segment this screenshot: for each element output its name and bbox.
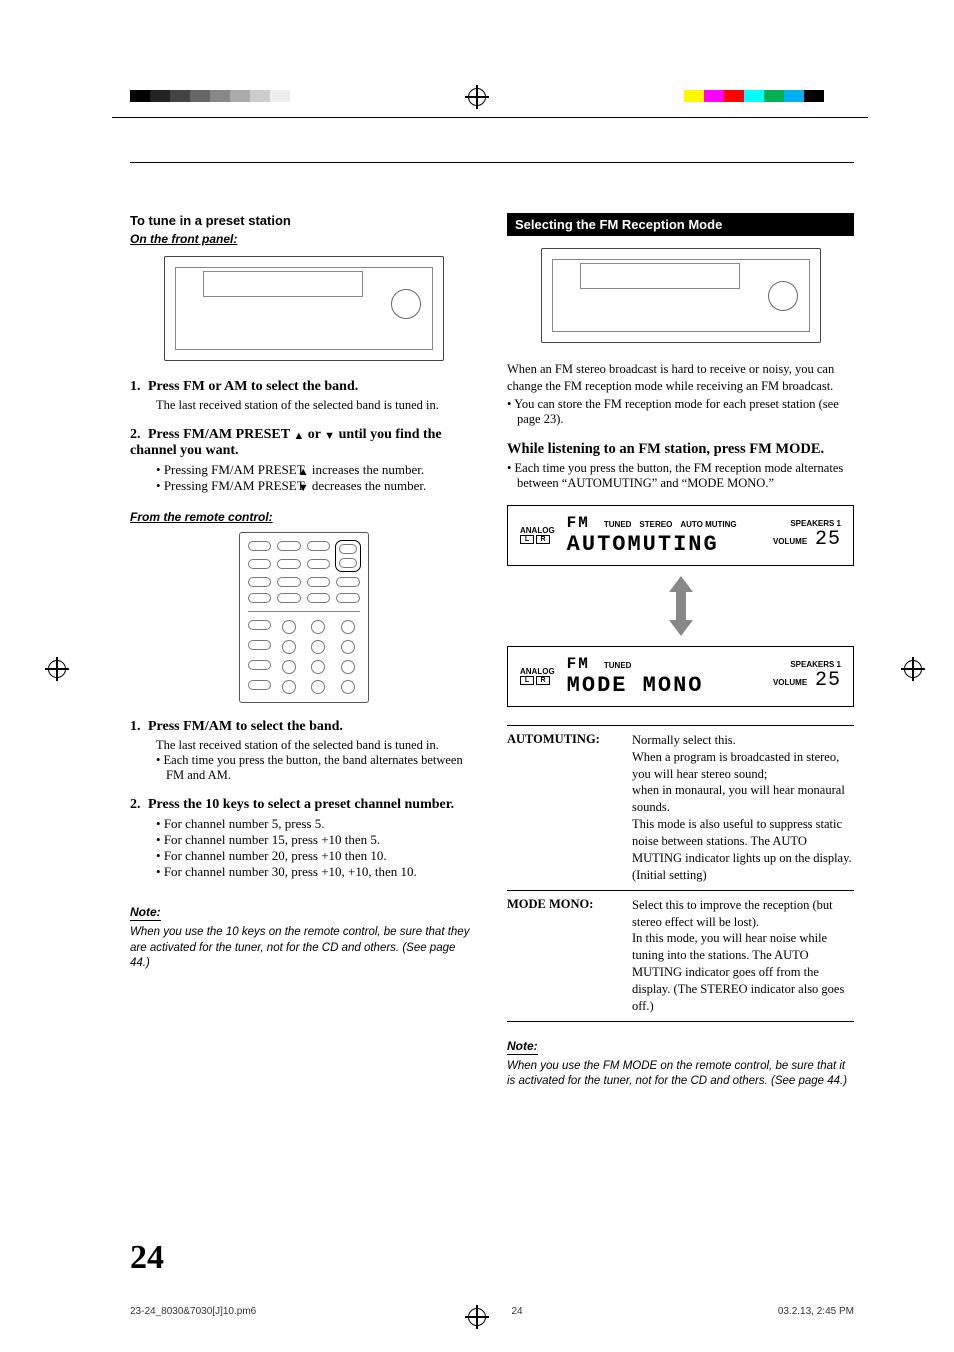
receiver-front-illustration-2 <box>541 248 821 343</box>
step-1-desc: The last received station of the selecte… <box>130 398 477 413</box>
ch-example-1: • For channel number 5, press 5. <box>130 816 477 832</box>
modemono-desc: Select this to improve the reception (bu… <box>632 897 854 1015</box>
lcd-mode-mono: ANALOG LR FM TUNED MODE MONO SPEAKERS 1 … <box>507 646 854 707</box>
remote-control-illustration <box>239 532 369 703</box>
ch-example-2: • For channel number 15, press +10 then … <box>130 832 477 848</box>
toggle-arrow-icon <box>668 576 694 636</box>
down-triangle-icon: ▼ <box>324 430 335 442</box>
right-note-body: When you use the FM MODE on the remote c… <box>507 1059 854 1090</box>
step-2-bullet-2: • Pressing FM/AM PRESET ▼ decreases the … <box>130 478 477 494</box>
page-number: 24 <box>130 1239 164 1277</box>
fm-action-heading: While listening to an FM station, press … <box>507 441 854 458</box>
tune-preset-heading: To tune in a preset station <box>130 213 477 228</box>
step-2-bullet-1: • Pressing FM/AM PRESET ▲ increases the … <box>130 462 477 478</box>
left-column: To tune in a preset station On the front… <box>130 213 477 1090</box>
footer-page: 24 <box>511 1306 522 1317</box>
modemono-key: MODE MONO: <box>507 897 622 1015</box>
footer-file: 23-24_8030&7030[J]10.pm6 <box>130 1306 256 1317</box>
up-triangle-icon: ▲ <box>293 430 304 442</box>
lcd-automuting: ANALOG LR FM TUNED STEREO AUTO MUTING AU… <box>507 505 854 566</box>
remote-step-1-desc: The last received station of the selecte… <box>130 738 477 753</box>
remote-control-label: From the remote control: <box>130 510 477 524</box>
remote-step-2-title: 2.Press the 10 keys to select a preset c… <box>130 797 477 813</box>
fm-mode-heading: Selecting the FM Reception Mode <box>507 213 854 236</box>
left-note-heading: Note: <box>130 905 161 921</box>
step-1-title: 1.Press FM or AM to select the band. <box>130 379 477 395</box>
right-column: Selecting the FM Reception Mode When an … <box>507 213 854 1090</box>
front-panel-label: On the front panel: <box>130 232 477 246</box>
ch-example-3: • For channel number 20, press +10 then … <box>130 848 477 864</box>
fm-intro-2: • You can store the FM reception mode fo… <box>507 397 854 427</box>
receiver-front-illustration <box>164 256 444 361</box>
footer-timestamp: 03.2.13, 2:45 PM <box>778 1306 854 1317</box>
remote-step-1-title: 1.Press FM/AM to select the band. <box>130 719 477 735</box>
right-note-heading: Note: <box>507 1039 538 1055</box>
ch-example-4: • For channel number 30, press +10, +10,… <box>130 864 477 880</box>
left-note-body: When you use the 10 keys on the remote c… <box>130 925 477 972</box>
page-content: To tune in a preset station On the front… <box>130 162 854 1222</box>
automuting-key: AUTOMUTING: <box>507 732 622 884</box>
footer: 23-24_8030&7030[J]10.pm6 24 03.2.13, 2:4… <box>130 1306 854 1317</box>
remote-step-1-bullet: • Each time you press the button, the ba… <box>130 753 477 783</box>
mode-table: AUTOMUTING: Normally select this. When a… <box>507 725 854 1022</box>
fm-action-desc: • Each time you press the button, the FM… <box>507 461 854 491</box>
fm-intro-1: When an FM stereo broadcast is hard to r… <box>507 361 854 395</box>
automuting-desc: Normally select this. When a program is … <box>632 732 854 884</box>
fm-am-button-highlight <box>336 541 360 571</box>
step-2-title: 2.Press FM/AM PRESET ▲ or ▼ until you fi… <box>130 427 477 459</box>
